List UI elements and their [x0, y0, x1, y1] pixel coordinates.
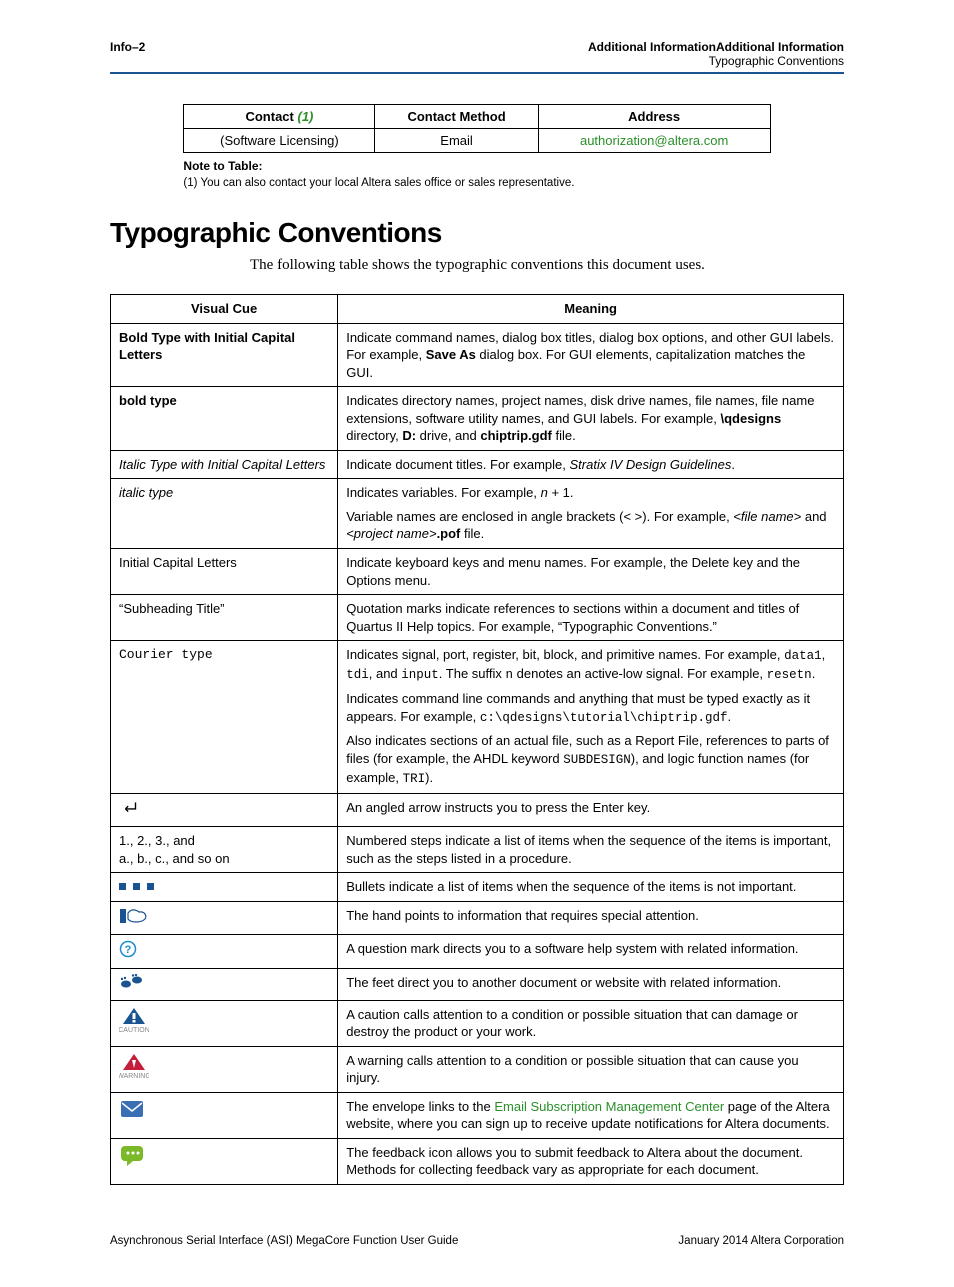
cue-cell: CAUTION [111, 1000, 338, 1046]
table-row: Initial Capital Letters Indicate keyboar… [111, 549, 844, 595]
meaning-cell: An angled arrow instructs you to press t… [338, 793, 844, 827]
svg-text:CAUTION: CAUTION [119, 1027, 149, 1034]
section-intro: The following table shows the typographi… [250, 257, 844, 274]
caution-icon: CAUTION [119, 1006, 149, 1034]
table-row: Bullets indicate a list of items when th… [111, 873, 844, 902]
table-row: The feet direct you to another document … [111, 968, 844, 1000]
table-row: CAUTION A caution calls attention to a c… [111, 1000, 844, 1046]
meaning-cell: Indicates variables. For example, n + 1.… [338, 479, 844, 549]
table-row: The envelope links to the Email Subscrip… [111, 1092, 844, 1138]
table-row: An angled arrow instructs you to press t… [111, 793, 844, 827]
visual-cue-header: Visual Cue [111, 295, 338, 324]
meaning-cell: A caution calls attention to a condition… [338, 1000, 844, 1046]
meaning-header: Meaning [338, 295, 844, 324]
footer-left: Asynchronous Serial Interface (ASI) Mega… [110, 1235, 458, 1247]
feedback-icon [119, 1144, 145, 1168]
contact-table: Contact (1) Contact Method Address (Soft… [183, 104, 770, 153]
method-cell: Email [375, 129, 538, 153]
table-row: WARNING A warning calls attention to a c… [111, 1046, 844, 1092]
note-item: (1) You can also contact your local Alte… [183, 177, 770, 189]
cue-cell: italic type [111, 479, 338, 549]
bullets-icon [119, 881, 163, 891]
table-row: The hand points to information that requ… [111, 901, 844, 935]
enter-arrow-icon [119, 799, 141, 817]
table-row: Bold Type with Initial Capital Letters I… [111, 323, 844, 387]
cue-cell: “Subheading Title” [111, 595, 338, 641]
envelope-icon [119, 1098, 145, 1120]
svg-text:WARNING: WARNING [119, 1073, 149, 1080]
cue-cell: bold type [111, 387, 338, 451]
table-row: ? A question mark directs you to a softw… [111, 935, 844, 969]
meaning-cell: The feet direct you to another document … [338, 968, 844, 1000]
header-right: Additional InformationAdditional Informa… [588, 40, 844, 68]
feet-icon [119, 974, 145, 990]
table-row: The feedback icon allows you to submit f… [111, 1138, 844, 1184]
hand-pointer-icon [119, 907, 149, 925]
cue-cell [111, 968, 338, 1000]
page-footer: Asynchronous Serial Interface (ASI) Mega… [110, 1235, 844, 1247]
table-row: italic type Indicates variables. For exa… [111, 479, 844, 549]
meaning-cell: The envelope links to the Email Subscrip… [338, 1092, 844, 1138]
svg-text:?: ? [125, 944, 132, 956]
cue-cell: Initial Capital Letters [111, 549, 338, 595]
address-col-header: Address [538, 105, 770, 129]
cue-cell: WARNING [111, 1046, 338, 1092]
meaning-cell: Quotation marks indicate references to s… [338, 595, 844, 641]
meaning-cell: The hand points to information that requ… [338, 901, 844, 935]
cue-cell [111, 793, 338, 827]
meaning-cell: A warning calls attention to a condition… [338, 1046, 844, 1092]
section-heading: Typographic Conventions [110, 217, 844, 249]
conventions-table: Visual Cue Meaning Bold Type with Initia… [110, 294, 844, 1185]
meaning-cell: The feedback icon allows you to submit f… [338, 1138, 844, 1184]
address-cell[interactable]: authorization@altera.com [538, 129, 770, 153]
cue-cell: Courier type [111, 641, 338, 793]
cue-cell [111, 901, 338, 935]
meaning-cell: Indicate document titles. For example, S… [338, 450, 844, 479]
meaning-cell: Numbered steps indicate a list of items … [338, 827, 844, 873]
cue-cell [111, 1138, 338, 1184]
page-header: Info–2 Additional InformationAdditional … [110, 40, 844, 74]
cue-cell: Bold Type with Initial Capital Letters [111, 323, 338, 387]
cue-cell: ? [111, 935, 338, 969]
meaning-cell: A question mark directs you to a softwar… [338, 935, 844, 969]
question-mark-icon: ? [119, 940, 137, 958]
cue-cell: 1., 2., 3., anda., b., c., and so on [111, 827, 338, 873]
table-row: Italic Type with Initial Capital Letters… [111, 450, 844, 479]
table-row: “Subheading Title” Quotation marks indic… [111, 595, 844, 641]
table-row: (Software Licensing) Email authorization… [184, 129, 770, 153]
meaning-cell: Bullets indicate a list of items when th… [338, 873, 844, 902]
warning-icon: WARNING [119, 1052, 149, 1080]
meaning-cell: Indicate keyboard keys and menu names. F… [338, 549, 844, 595]
header-subtitle: Typographic Conventions [588, 54, 844, 68]
header-title: Additional InformationAdditional Informa… [588, 40, 844, 54]
cue-cell [111, 1092, 338, 1138]
cue-cell: Italic Type with Initial Capital Letters [111, 450, 338, 479]
method-col-header: Contact Method [375, 105, 538, 129]
meaning-cell: Indicates signal, port, register, bit, b… [338, 641, 844, 793]
table-note: Note to Table: (1) You can also contact … [183, 159, 770, 189]
table-row: bold type Indicates directory names, pro… [111, 387, 844, 451]
contact-col-header: Contact (1) [184, 105, 375, 129]
table-row: Courier type Indicates signal, port, reg… [111, 641, 844, 793]
meaning-cell: Indicates directory names, project names… [338, 387, 844, 451]
cue-cell [111, 873, 338, 902]
header-page-number: Info–2 [110, 40, 145, 68]
subscription-link[interactable]: Email Subscription Management Center [494, 1099, 724, 1114]
note-title: Note to Table: [183, 159, 770, 173]
footer-right: January 2014 Altera Corporation [678, 1235, 844, 1247]
table-row: 1., 2., 3., anda., b., c., and so on Num… [111, 827, 844, 873]
contact-cell: (Software Licensing) [184, 129, 375, 153]
meaning-cell: Indicate command names, dialog box title… [338, 323, 844, 387]
